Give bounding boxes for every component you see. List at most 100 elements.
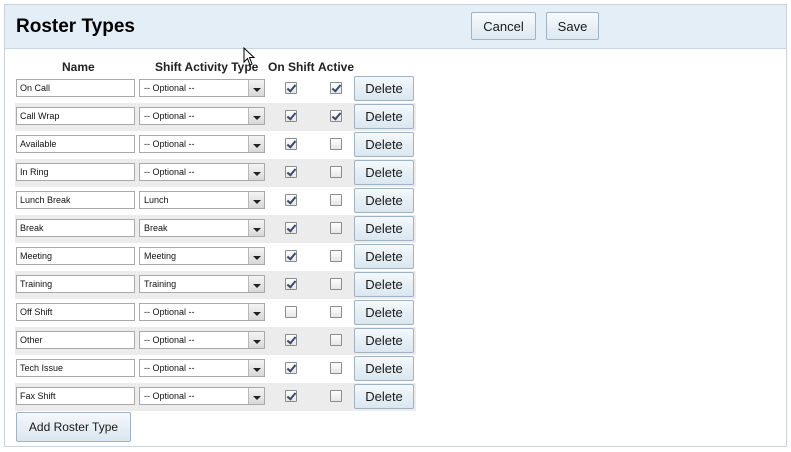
add-roster-type-button[interactable]: Add Roster Type — [16, 412, 131, 442]
active-checkbox[interactable] — [330, 82, 342, 94]
active-checkbox[interactable] — [330, 334, 342, 346]
roster-name-input[interactable] — [16, 331, 135, 349]
on-shift-checkbox[interactable] — [285, 166, 297, 178]
delete-button[interactable]: Delete — [354, 132, 414, 157]
chevron-down-icon — [248, 192, 264, 208]
on-shift-checkbox[interactable] — [285, 222, 297, 234]
on-shift-checkbox[interactable] — [285, 362, 297, 374]
shift-activity-value: -- Optional -- — [144, 307, 195, 317]
active-checkbox[interactable] — [330, 306, 342, 318]
on-shift-checkbox[interactable] — [285, 334, 297, 346]
active-checkbox[interactable] — [330, 390, 342, 402]
roster-type-row: Training Delete — [15, 271, 416, 299]
shift-activity-select[interactable]: -- Optional -- — [139, 107, 265, 125]
shift-activity-value: Break — [144, 223, 168, 233]
roster-name-input[interactable] — [16, 387, 135, 405]
shift-activity-select[interactable]: -- Optional -- — [139, 359, 265, 377]
on-shift-checkbox[interactable] — [285, 390, 297, 402]
on-shift-checkbox[interactable] — [285, 306, 297, 318]
delete-button[interactable]: Delete — [354, 160, 414, 185]
chevron-down-icon — [248, 276, 264, 292]
delete-button[interactable]: Delete — [354, 216, 414, 241]
on-shift-checkbox[interactable] — [285, 82, 297, 94]
chevron-down-icon — [248, 164, 264, 180]
roster-type-row: -- Optional -- Delete — [15, 75, 416, 103]
shift-activity-value: -- Optional -- — [144, 139, 195, 149]
shift-activity-select[interactable]: -- Optional -- — [139, 303, 265, 321]
chevron-down-icon — [248, 360, 264, 376]
roster-name-input[interactable] — [16, 107, 135, 125]
active-checkbox[interactable] — [330, 278, 342, 290]
roster-name-input[interactable] — [16, 135, 135, 153]
delete-button[interactable]: Delete — [354, 356, 414, 381]
panel-header: Roster Types Cancel Save — [5, 5, 786, 49]
chevron-down-icon — [248, 304, 264, 320]
roster-name-input[interactable] — [16, 275, 135, 293]
roster-type-row: Break Delete — [15, 215, 416, 243]
on-shift-checkbox[interactable] — [285, 138, 297, 150]
roster-name-input[interactable] — [16, 219, 135, 237]
roster-type-row: -- Optional -- Delete — [15, 299, 416, 327]
shift-activity-value: Meeting — [144, 251, 177, 261]
cancel-button[interactable]: Cancel — [471, 12, 536, 40]
roster-type-row: -- Optional -- Delete — [15, 103, 416, 131]
shift-activity-select[interactable]: Lunch — [139, 191, 265, 209]
delete-button[interactable]: Delete — [354, 272, 414, 297]
roster-type-row: -- Optional -- Delete — [15, 355, 416, 383]
roster-name-input[interactable] — [16, 163, 135, 181]
delete-button[interactable]: Delete — [354, 244, 414, 269]
active-checkbox[interactable] — [330, 166, 342, 178]
roster-name-input[interactable] — [16, 359, 135, 377]
roster-name-input[interactable] — [16, 303, 135, 321]
roster-types-panel: Roster Types Cancel Save Name Shift Acti… — [4, 4, 787, 447]
delete-button[interactable]: Delete — [354, 188, 414, 213]
roster-type-row: Meeting Delete — [15, 243, 416, 271]
on-shift-checkbox[interactable] — [285, 278, 297, 290]
active-checkbox[interactable] — [330, 110, 342, 122]
roster-name-input[interactable] — [16, 79, 135, 97]
shift-activity-select[interactable]: -- Optional -- — [139, 135, 265, 153]
shift-activity-select[interactable]: -- Optional -- — [139, 387, 265, 405]
delete-button[interactable]: Delete — [354, 384, 414, 409]
mouse-cursor-icon — [243, 47, 256, 66]
active-checkbox[interactable] — [330, 222, 342, 234]
chevron-down-icon — [248, 388, 264, 404]
active-checkbox[interactable] — [330, 138, 342, 150]
active-checkbox[interactable] — [330, 194, 342, 206]
chevron-down-icon — [248, 80, 264, 96]
column-header-on-shift: On Shift — [268, 60, 315, 74]
chevron-down-icon — [248, 332, 264, 348]
column-header-name: Name — [62, 60, 95, 74]
roster-type-row: -- Optional -- Delete — [15, 131, 416, 159]
shift-activity-select[interactable]: -- Optional -- — [139, 79, 265, 97]
delete-button[interactable]: Delete — [354, 104, 414, 129]
shift-activity-select[interactable]: Break — [139, 219, 265, 237]
chevron-down-icon — [248, 108, 264, 124]
on-shift-checkbox[interactable] — [285, 194, 297, 206]
shift-activity-value: -- Optional -- — [144, 391, 195, 401]
roster-type-row: -- Optional -- Delete — [15, 159, 416, 187]
chevron-down-icon — [248, 248, 264, 264]
shift-activity-select[interactable]: -- Optional -- — [139, 331, 265, 349]
delete-button[interactable]: Delete — [354, 76, 414, 101]
page-title: Roster Types — [16, 16, 135, 37]
shift-activity-select[interactable]: -- Optional -- — [139, 163, 265, 181]
shift-activity-value: -- Optional -- — [144, 111, 195, 121]
chevron-down-icon — [248, 136, 264, 152]
shift-activity-value: -- Optional -- — [144, 83, 195, 93]
shift-activity-select[interactable]: Meeting — [139, 247, 265, 265]
save-button[interactable]: Save — [546, 12, 599, 40]
shift-activity-select[interactable]: Training — [139, 275, 265, 293]
active-checkbox[interactable] — [330, 250, 342, 262]
shift-activity-value: -- Optional -- — [144, 167, 195, 177]
active-checkbox[interactable] — [330, 362, 342, 374]
delete-button[interactable]: Delete — [354, 328, 414, 353]
shift-activity-value: -- Optional -- — [144, 335, 195, 345]
roster-name-input[interactable] — [16, 191, 135, 209]
delete-button[interactable]: Delete — [354, 300, 414, 325]
roster-type-row: -- Optional -- Delete — [15, 327, 416, 355]
roster-name-input[interactable] — [16, 247, 135, 265]
on-shift-checkbox[interactable] — [285, 110, 297, 122]
roster-type-row: Lunch Delete — [15, 187, 416, 215]
on-shift-checkbox[interactable] — [285, 250, 297, 262]
